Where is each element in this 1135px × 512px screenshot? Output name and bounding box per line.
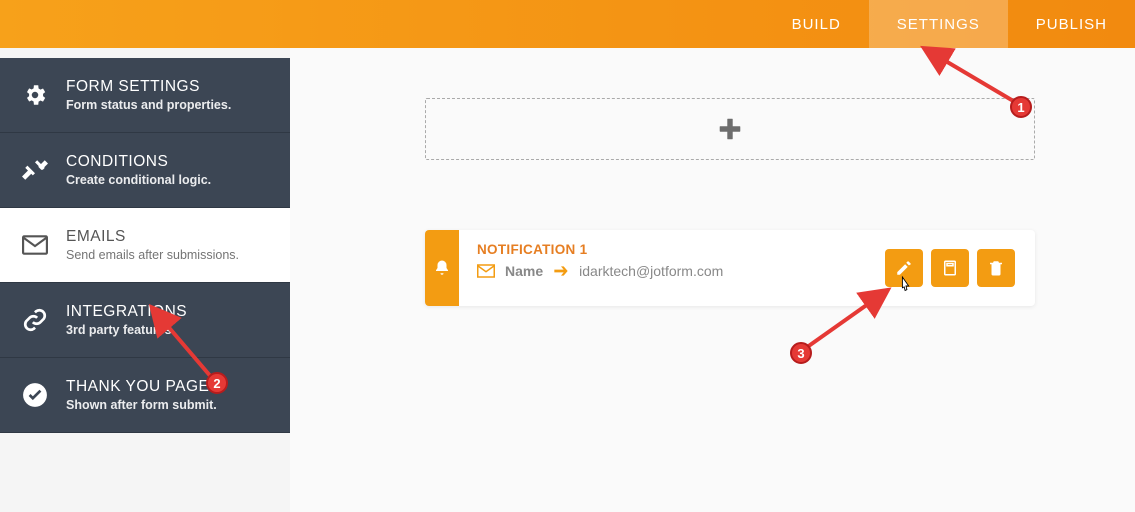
sidebar-label: CONDITIONS bbox=[66, 153, 211, 171]
tab-publish[interactable]: PUBLISH bbox=[1008, 0, 1135, 48]
sidebar-item-integrations[interactable]: INTEGRATIONS 3rd party features. bbox=[0, 283, 290, 358]
sidebar-label: THANK YOU PAGE bbox=[66, 378, 217, 396]
plus-icon bbox=[717, 116, 743, 142]
bell-icon bbox=[433, 259, 451, 277]
envelope-small-icon bbox=[477, 264, 495, 278]
notification-accent bbox=[425, 230, 459, 306]
delete-button[interactable] bbox=[977, 249, 1015, 287]
notification-actions bbox=[885, 230, 1035, 306]
notification-title: NOTIFICATION 1 bbox=[477, 242, 867, 257]
envelope-icon bbox=[20, 235, 50, 255]
sidebar-item-thank-you[interactable]: THANK YOU PAGE Shown after form submit. bbox=[0, 358, 290, 433]
notification-card: NOTIFICATION 1 Name idarktech@jotform.co… bbox=[425, 230, 1035, 306]
sidebar-item-conditions[interactable]: CONDITIONS Create conditional logic. bbox=[0, 133, 290, 208]
sidebar-sub: Send emails after submissions. bbox=[66, 248, 239, 262]
tab-settings[interactable]: SETTINGS bbox=[869, 0, 1008, 48]
sidebar-label: FORM SETTINGS bbox=[66, 78, 231, 96]
tab-build[interactable]: BUILD bbox=[764, 0, 869, 48]
sidebar-sub: Form status and properties. bbox=[66, 98, 231, 112]
check-circle-icon bbox=[20, 382, 50, 408]
notification-body: NOTIFICATION 1 Name idarktech@jotform.co… bbox=[459, 230, 885, 306]
sidebar-label: EMAILS bbox=[66, 228, 239, 246]
sidebar-item-form-settings[interactable]: FORM SETTINGS Form status and properties… bbox=[0, 58, 290, 133]
sidebar-label: INTEGRATIONS bbox=[66, 303, 187, 321]
tools-icon bbox=[20, 157, 50, 183]
edit-button[interactable] bbox=[885, 249, 923, 287]
top-nav: BUILD SETTINGS PUBLISH bbox=[0, 0, 1135, 48]
notification-name-label: Name bbox=[505, 263, 543, 279]
sidebar-item-emails[interactable]: EMAILS Send emails after submissions. bbox=[0, 208, 290, 283]
notification-recipient: idarktech@jotform.com bbox=[579, 263, 723, 279]
link-icon bbox=[20, 307, 50, 333]
sidebar-sub: Shown after form submit. bbox=[66, 398, 217, 412]
arrow-right-icon bbox=[553, 265, 569, 277]
main-content: NOTIFICATION 1 Name idarktech@jotform.co… bbox=[290, 48, 1135, 512]
settings-sidebar: FORM SETTINGS Form status and properties… bbox=[0, 58, 290, 433]
add-email-button[interactable] bbox=[425, 98, 1035, 160]
sidebar-sub: Create conditional logic. bbox=[66, 173, 211, 187]
test-email-button[interactable] bbox=[931, 249, 969, 287]
gear-icon bbox=[20, 82, 50, 108]
cursor-pointer-icon bbox=[897, 275, 915, 297]
sidebar-sub: 3rd party features. bbox=[66, 323, 187, 337]
